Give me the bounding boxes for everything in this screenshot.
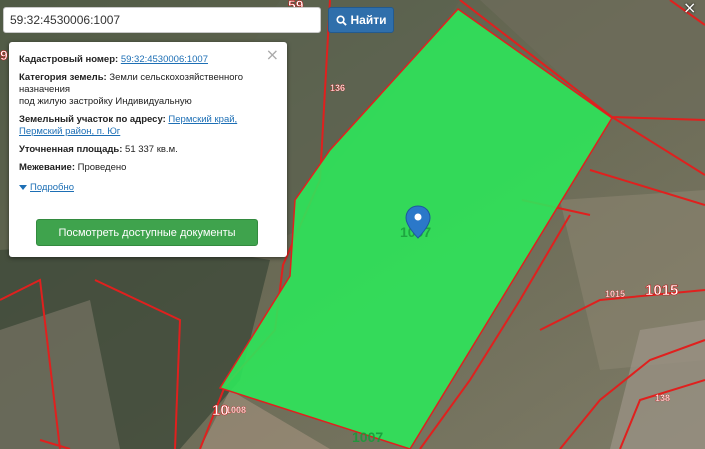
category-value-3: под жилую застройку Индивидуальную bbox=[19, 96, 192, 107]
area-row: Уточненная площадь: 51 337 кв.м. bbox=[19, 144, 277, 156]
cadastral-row: Кадастровый номер: 59:32:4530006:1007 bbox=[19, 54, 277, 66]
survey-value: Проведено bbox=[77, 162, 127, 173]
address-link-1[interactable]: Пермский край, bbox=[168, 114, 237, 125]
search-icon bbox=[335, 14, 347, 26]
address-row: Земельный участок по адресу: Пермский кр… bbox=[19, 114, 277, 138]
category-value-1: Земли сельскохозяйственного bbox=[109, 72, 244, 83]
close-icon[interactable]: × bbox=[683, 0, 696, 17]
parcel-label-1008: 1008 bbox=[226, 405, 246, 415]
parcel-label-10: 10 bbox=[212, 402, 229, 419]
details-toggle[interactable]: Подробно bbox=[19, 182, 277, 193]
popup-close-icon[interactable]: × bbox=[266, 45, 279, 64]
parcel-label-1015: 1015 bbox=[645, 282, 678, 299]
search-button-label: Найти bbox=[350, 13, 387, 27]
parcel-label-9: 9 bbox=[0, 47, 8, 63]
cadastral-link[interactable]: 59:32:4530006:1007 bbox=[121, 54, 208, 65]
triangle-down-icon bbox=[19, 185, 27, 190]
view-documents-button[interactable]: Посмотреть доступные документы bbox=[36, 219, 258, 246]
address-label: Земельный участок по адресу: bbox=[19, 114, 166, 125]
parcel-info-popup: × Кадастровый номер: 59:32:4530006:1007 … bbox=[9, 42, 287, 257]
parcel-label-138: 138 bbox=[655, 393, 670, 403]
details-label: Подробно bbox=[30, 182, 74, 193]
search-input[interactable]: 59:32:4530006:1007 bbox=[3, 7, 321, 33]
category-label: Категория земель: bbox=[19, 72, 107, 83]
address-link-2[interactable]: Пермский район, п. Юг bbox=[19, 126, 120, 137]
parcel-label-1015-small: 1015 bbox=[605, 289, 625, 299]
category-row: Категория земель: Земли сельскохозяйстве… bbox=[19, 72, 277, 108]
survey-label: Межевание: bbox=[19, 162, 75, 173]
search-button[interactable]: Найти bbox=[328, 7, 394, 33]
cadastral-label: Кадастровый номер: bbox=[19, 54, 119, 65]
area-label: Уточненная площадь: bbox=[19, 144, 123, 155]
survey-row: Межевание: Проведено bbox=[19, 162, 277, 174]
parcel-label-136: 136 bbox=[330, 83, 345, 93]
parcel-label-1007-bottom: 1007 bbox=[352, 429, 383, 445]
area-value: 51 337 кв.м. bbox=[125, 144, 178, 155]
category-value-2: назначения bbox=[19, 84, 71, 95]
